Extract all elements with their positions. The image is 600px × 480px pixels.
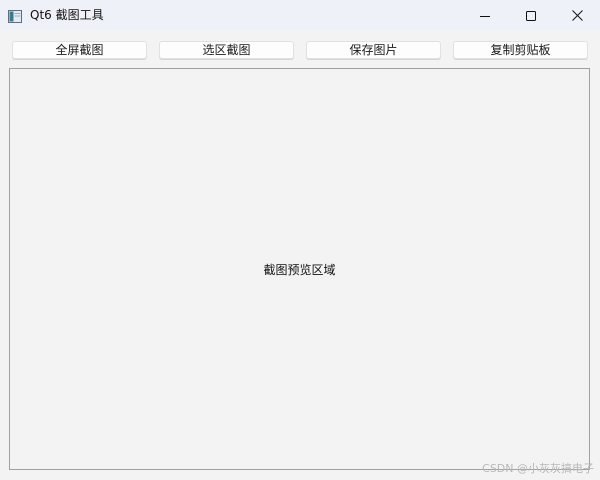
save-image-button[interactable]: 保存图片 — [306, 41, 441, 59]
window-title: Qt6 截图工具 — [30, 8, 104, 22]
minimize-icon — [480, 6, 490, 25]
watermark: CSDN @小灰灰搞电子 — [482, 462, 594, 475]
region-capture-button[interactable]: 选区截图 — [159, 41, 294, 59]
maximize-icon — [526, 6, 536, 25]
close-icon — [571, 6, 583, 25]
minimize-button[interactable] — [462, 0, 508, 30]
title-bar[interactable]: Qt6 截图工具 — [0, 0, 600, 30]
maximize-button[interactable] — [508, 0, 554, 30]
screenshot-preview-area: 截图预览区域 — [9, 68, 590, 470]
copy-to-clipboard-button[interactable]: 复制剪贴板 — [453, 41, 588, 59]
app-window-icon — [8, 8, 22, 23]
fullscreen-capture-button[interactable]: 全屏截图 — [12, 41, 147, 59]
close-button[interactable] — [554, 0, 600, 30]
preview-placeholder-text: 截图预览区域 — [263, 262, 336, 277]
